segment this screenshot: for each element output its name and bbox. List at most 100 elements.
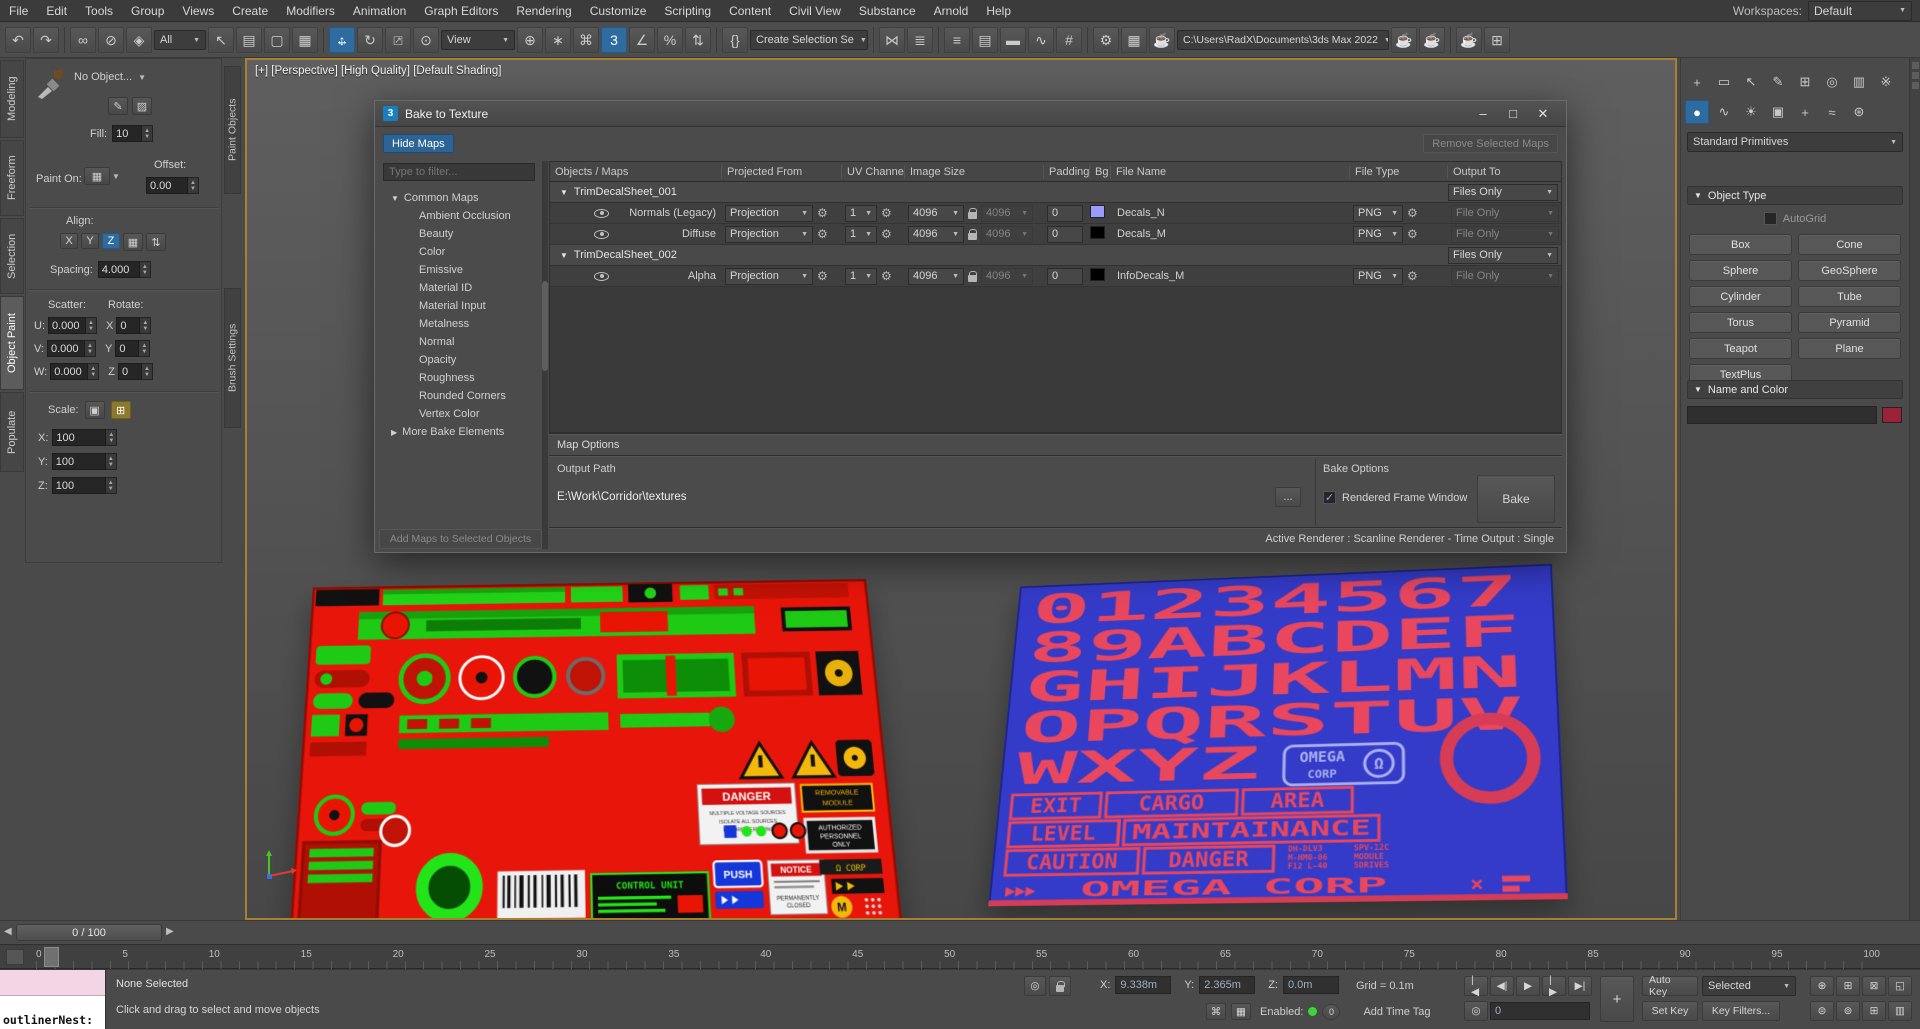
add-time-tag-text[interactable]: Add Time Tag bbox=[1363, 1006, 1430, 1018]
timeline-config-icon[interactable] bbox=[6, 949, 24, 965]
tree-item-rounded-corners[interactable]: Rounded Corners bbox=[379, 387, 541, 405]
select-and-scale-icon[interactable]: □↗ bbox=[385, 27, 411, 53]
primitive-category-dropdown[interactable]: Standard Primitives▼ bbox=[1687, 132, 1903, 152]
primitive-cone-button[interactable]: Cone bbox=[1798, 234, 1901, 255]
uv-channel-dropdown[interactable]: 1▼ bbox=[845, 226, 877, 243]
go-to-start-icon[interactable]: |◀ bbox=[1464, 976, 1488, 996]
menu-substance[interactable]: Substance bbox=[850, 0, 925, 22]
panel-menu-icon[interactable]: ▭ bbox=[1712, 70, 1736, 94]
window-crossing-icon[interactable]: ▦ bbox=[292, 27, 318, 53]
gear-icon[interactable]: ⚙ bbox=[1407, 227, 1418, 241]
file-name-cell[interactable]: Decals_M bbox=[1111, 228, 1350, 240]
select-and-manipulate-icon[interactable]: ∗ bbox=[545, 27, 571, 53]
add-maps-button[interactable]: Add Maps to Selected Objects bbox=[379, 529, 542, 549]
bake-button[interactable]: Bake bbox=[1477, 475, 1555, 523]
paint-fill-icon[interactable]: ▨ bbox=[132, 97, 152, 115]
select-and-link-icon[interactable]: ∞ bbox=[70, 27, 96, 53]
ribbon-tab-populate[interactable]: Populate bbox=[0, 392, 24, 472]
shapes-category-icon[interactable]: ∿ bbox=[1712, 100, 1736, 124]
align-y-toggle[interactable]: Y bbox=[81, 233, 99, 249]
visibility-eye-icon[interactable] bbox=[594, 230, 609, 239]
menu-modifiers[interactable]: Modifiers bbox=[277, 0, 344, 22]
menu-tools[interactable]: Tools bbox=[76, 0, 122, 22]
space-warps-category-icon[interactable]: ≈ bbox=[1820, 100, 1844, 124]
project-folder-dropdown[interactable]: C:\Users\RadX\Documents\3ds Max 2022▼ bbox=[1177, 30, 1389, 50]
tree-item-normal[interactable]: Normal bbox=[379, 333, 541, 351]
image-size-dropdown[interactable]: 4096▼ bbox=[908, 268, 964, 285]
key-mode-toggle-icon[interactable]: ◎ bbox=[1464, 1001, 1488, 1021]
ribbon-tab-modeling[interactable]: Modeling bbox=[0, 60, 24, 138]
key-set-dropdown[interactable]: Selected▼ bbox=[1702, 976, 1796, 996]
paint-object-picker[interactable]: No Object... ▼ bbox=[74, 71, 146, 83]
minimize-button[interactable]: – bbox=[1468, 101, 1498, 126]
listener-macro-line[interactable] bbox=[0, 970, 105, 996]
maxscript-mini-listener[interactable]: outlinerNest: bbox=[0, 970, 106, 1029]
primitive-box-button[interactable]: Box bbox=[1689, 234, 1792, 255]
tree-item-beauty[interactable]: Beauty bbox=[379, 225, 541, 243]
schematic-view-icon[interactable]: # bbox=[1056, 27, 1082, 53]
bg-color-swatch[interactable] bbox=[1090, 226, 1105, 239]
toggle-scene-explorer-icon[interactable]: ≡ bbox=[944, 27, 970, 53]
lock-icon[interactable] bbox=[968, 275, 977, 282]
y-coord-field[interactable]: 2.365m bbox=[1199, 976, 1255, 994]
menu-group[interactable]: Group bbox=[122, 0, 173, 22]
map-filter-input[interactable] bbox=[383, 163, 535, 181]
primitive-geosphere-button[interactable]: GeoSphere bbox=[1798, 260, 1901, 281]
tree-item-ambient-occlusion[interactable]: Ambient Occlusion bbox=[379, 207, 541, 225]
motion-tab-icon[interactable]: ◎ bbox=[1820, 70, 1844, 94]
close-button[interactable]: ✕ bbox=[1528, 101, 1558, 126]
bg-color-swatch[interactable] bbox=[1090, 268, 1105, 281]
table-row[interactable]: Alpha Projection▼⚙ 1▼⚙ 4096▼4096▼ 0 Info… bbox=[550, 266, 1561, 287]
selection-filter-dropdown[interactable]: All▼ bbox=[154, 30, 206, 50]
previous-frame-icon[interactable]: ◀| bbox=[1490, 976, 1514, 996]
render-setup-icon[interactable]: ⚙ bbox=[1093, 27, 1119, 53]
gear-icon[interactable]: ⚙ bbox=[817, 227, 828, 241]
scale-y-spinner[interactable]: 100▲▼ bbox=[52, 453, 117, 470]
visibility-eye-icon[interactable] bbox=[594, 209, 609, 218]
next-frame-icon[interactable]: |▶ bbox=[1542, 976, 1566, 996]
select-by-name-icon[interactable]: ▤ bbox=[236, 27, 262, 53]
pan-view-icon[interactable]: ⊜ bbox=[1810, 1001, 1834, 1021]
ribbon-tab-freeform[interactable]: Freeform bbox=[0, 140, 24, 216]
dock-icon[interactable] bbox=[1912, 62, 1919, 69]
add-panel-icon[interactable]: + bbox=[1685, 70, 1709, 94]
previous-frame-arrow[interactable]: ◀ bbox=[4, 926, 12, 937]
gear-icon[interactable]: ⚙ bbox=[817, 206, 828, 220]
tree-item-metalness[interactable]: Metalness bbox=[379, 315, 541, 333]
selection-lock-icon[interactable] bbox=[1049, 976, 1071, 996]
reference-coordinate-dropdown[interactable]: View▼ bbox=[441, 30, 515, 50]
object-type-rollout[interactable]: ▼ Object Type bbox=[1687, 186, 1903, 205]
primitive-plane-button[interactable]: Plane bbox=[1798, 338, 1901, 359]
autogrid-checkbox[interactable] bbox=[1764, 212, 1777, 225]
menu-customize[interactable]: Customize bbox=[581, 0, 656, 22]
padding-field[interactable]: 0 bbox=[1047, 205, 1083, 222]
tree-item-material-id[interactable]: Material ID bbox=[379, 279, 541, 297]
angle-snap-icon[interactable]: ∠ bbox=[629, 27, 655, 53]
padding-field[interactable]: 0 bbox=[1047, 226, 1083, 243]
dock-icon[interactable] bbox=[1912, 72, 1919, 79]
cameras-category-icon[interactable]: ▣ bbox=[1766, 100, 1790, 124]
z-coord-field[interactable]: 0.0m bbox=[1283, 976, 1339, 994]
ribbon-tab-selection[interactable]: Selection bbox=[0, 218, 24, 294]
spinner-snap-icon[interactable]: ⇅ bbox=[685, 27, 711, 53]
viewport-label[interactable]: [+] [Perspective] [High Quality] [Defaul… bbox=[255, 65, 501, 77]
fill-spinner[interactable]: 10 ▲▼ bbox=[112, 125, 153, 142]
viewport-layout-icon[interactable]: ▥ bbox=[1888, 1001, 1912, 1021]
file-type-dropdown[interactable]: PNG▼ bbox=[1353, 226, 1403, 243]
gear-icon[interactable]: ⚙ bbox=[881, 269, 892, 283]
geometry-category-icon[interactable]: ● bbox=[1685, 100, 1709, 124]
edit-named-selection-sets-icon[interactable]: {} bbox=[722, 27, 748, 53]
render-iterative-icon[interactable]: ☕ bbox=[1419, 27, 1445, 53]
tree-item-color[interactable]: Color bbox=[379, 243, 541, 261]
side-tab-paint-objects[interactable]: Paint Objects bbox=[224, 66, 241, 194]
x-coord-field[interactable]: 9.338m bbox=[1115, 976, 1171, 994]
menu-help[interactable]: Help bbox=[977, 0, 1020, 22]
render-teapot-icon[interactable]: ☕ bbox=[1391, 27, 1417, 53]
select-and-move-icon[interactable]: ↔↕ bbox=[329, 27, 355, 53]
toggle-ribbon-icon[interactable]: ▬ bbox=[1000, 27, 1026, 53]
align-icon[interactable]: ≣ bbox=[907, 27, 933, 53]
visibility-eye-icon[interactable] bbox=[594, 272, 609, 281]
browse-output-path-button[interactable]: ... bbox=[1275, 487, 1301, 507]
systems-category-icon[interactable]: ⊛ bbox=[1847, 100, 1871, 124]
object-name-input[interactable] bbox=[1687, 406, 1877, 424]
